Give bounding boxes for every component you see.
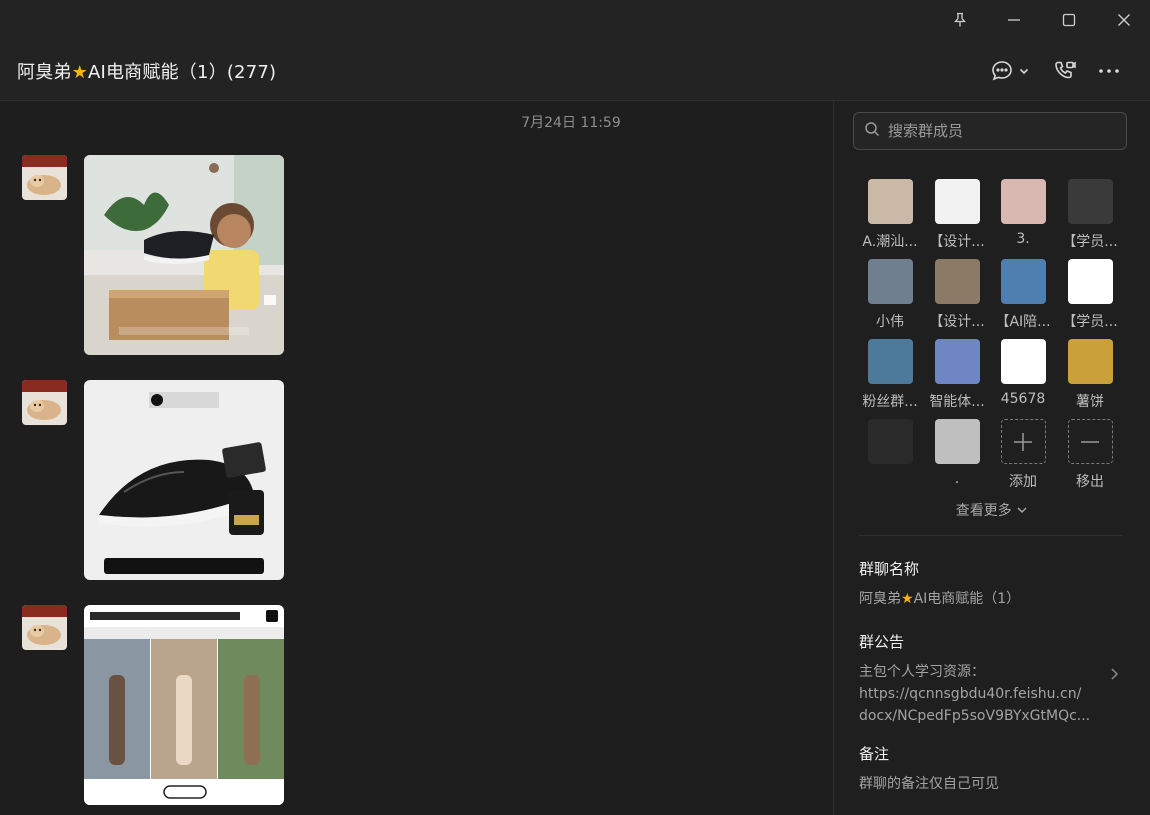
phone-video-icon[interactable] xyxy=(1053,58,1077,84)
group-name-value[interactable]: 阿臭弟★AI电商赋能（1） xyxy=(859,588,1020,610)
member-name: 智能体... xyxy=(929,394,985,410)
search-icon xyxy=(864,121,880,141)
notice-line: 主包个人学习资源： xyxy=(859,664,985,680)
star-icon: ★ xyxy=(901,591,914,607)
member-item[interactable]: 【学员... xyxy=(1056,179,1124,251)
member-item[interactable]: 智能体... xyxy=(923,339,991,411)
member-name: 粉丝群... xyxy=(862,394,918,410)
remark-value[interactable]: 群聊的备注仅自己可见 xyxy=(859,773,999,795)
group-notice-content[interactable]: 主包个人学习资源： https://qcnnsgbdu40r.feishu.cn… xyxy=(859,661,1109,727)
member-avatar xyxy=(867,259,913,304)
chat-image-urbanstep-ad[interactable] xyxy=(84,605,284,805)
sender-avatar[interactable] xyxy=(22,380,67,425)
close-icon[interactable] xyxy=(1098,0,1150,40)
member-item[interactable]: . xyxy=(923,419,991,487)
group-name-title: 群聊名称 xyxy=(859,560,920,578)
member-avatar xyxy=(934,419,980,464)
member-item[interactable]: 【AI陪... xyxy=(989,259,1057,331)
group-name-prefix: 阿臭弟 xyxy=(859,591,901,607)
member-avatar xyxy=(1067,259,1113,304)
add-member-button[interactable]: 添加 xyxy=(989,419,1057,491)
star-icon: ★ xyxy=(71,62,88,83)
add-member-label: 添加 xyxy=(1009,474,1037,490)
member-name: 3. xyxy=(1016,231,1030,247)
chat-title[interactable]: 阿臭弟★AI电商赋能（1）(277) xyxy=(17,58,276,84)
chat-title-prefix: 阿臭弟 xyxy=(17,62,72,83)
member-name: 小伟 xyxy=(876,314,904,330)
member-avatar xyxy=(867,419,913,464)
see-more-label: 查看更多 xyxy=(955,503,1012,519)
group-name-suffix: AI电商赋能（1） xyxy=(913,591,1021,607)
member-item[interactable]: A.潮汕... xyxy=(856,179,924,251)
member-avatar xyxy=(1000,259,1046,304)
section-divider xyxy=(859,535,1122,536)
member-item[interactable]: 【设计... xyxy=(923,179,991,251)
member-name: . xyxy=(954,471,960,487)
window-titlebar xyxy=(0,0,1150,40)
maximize-icon[interactable] xyxy=(1043,0,1095,40)
chat-title-suffix: AI电商赋能（1）(277) xyxy=(87,62,277,83)
remove-member-label: 移出 xyxy=(1076,474,1104,490)
chevron-down-icon xyxy=(1016,503,1028,519)
member-name: 【设计... xyxy=(929,314,985,330)
member-name: 薯饼 xyxy=(1076,394,1104,410)
member-search-input[interactable] xyxy=(888,122,1108,140)
member-avatar xyxy=(934,259,980,304)
member-name: 【设计... xyxy=(929,234,985,250)
member-name: A.潮汕... xyxy=(862,234,918,250)
member-item[interactable]: 【设计... xyxy=(923,259,991,331)
group-notice-title: 群公告 xyxy=(859,633,905,651)
member-item[interactable] xyxy=(856,419,924,471)
chevron-down-icon[interactable] xyxy=(1019,58,1029,84)
pin-icon[interactable] xyxy=(934,0,986,40)
member-name: 【学员... xyxy=(1062,314,1118,330)
more-icon[interactable] xyxy=(1098,58,1120,84)
member-avatar xyxy=(934,339,980,384)
chat-bubble-icon[interactable] xyxy=(990,58,1014,84)
member-avatar xyxy=(1000,339,1046,384)
see-more-button[interactable]: 查看更多 xyxy=(834,500,1150,520)
member-item[interactable]: 小伟 xyxy=(856,259,924,331)
member-avatar xyxy=(1067,339,1113,384)
member-name: 【AI陪... xyxy=(995,314,1051,330)
remove-member-button[interactable]: 移出 xyxy=(1056,419,1124,491)
member-avatar xyxy=(867,179,913,224)
member-name: 【学员... xyxy=(1062,234,1118,250)
member-item[interactable]: 3. xyxy=(989,179,1057,247)
member-item[interactable]: 薯饼 xyxy=(1056,339,1124,411)
chat-image-tiktok-mall-ad[interactable] xyxy=(84,380,284,580)
plus-icon xyxy=(1000,419,1046,464)
member-name: 45678 xyxy=(1000,391,1046,407)
remark-title: 备注 xyxy=(859,745,890,763)
chat-image-girl-sneakers[interactable] xyxy=(84,155,284,355)
member-search-box[interactable] xyxy=(853,112,1127,150)
minus-icon xyxy=(1067,419,1113,464)
member-item[interactable]: 粉丝群... xyxy=(856,339,924,411)
group-info-panel: A.潮汕... 【设计... 3. 【学员... 小伟 【设计... 【AI陪... 【学员.… xyxy=(834,101,1150,815)
member-avatar xyxy=(1000,179,1046,224)
sender-avatar[interactable] xyxy=(22,155,67,200)
message-list[interactable]: 7月24日 11:59 xyxy=(0,101,833,815)
sender-avatar[interactable] xyxy=(22,605,67,650)
member-avatar xyxy=(934,179,980,224)
member-avatar xyxy=(1067,179,1113,224)
member-avatar xyxy=(867,339,913,384)
minimize-icon[interactable] xyxy=(988,0,1040,40)
chevron-right-icon[interactable] xyxy=(1109,666,1119,685)
notice-line: https://qcnnsgbdu40r.feishu.cn/ xyxy=(859,686,1082,702)
member-item[interactable]: 【学员... xyxy=(1056,259,1124,331)
chat-header: 阿臭弟★AI电商赋能（1）(277) xyxy=(0,40,1150,101)
member-item[interactable]: 45678 xyxy=(989,339,1057,407)
notice-line: docx/NCpedFp5soV9BYxGtMQc... xyxy=(859,708,1091,724)
